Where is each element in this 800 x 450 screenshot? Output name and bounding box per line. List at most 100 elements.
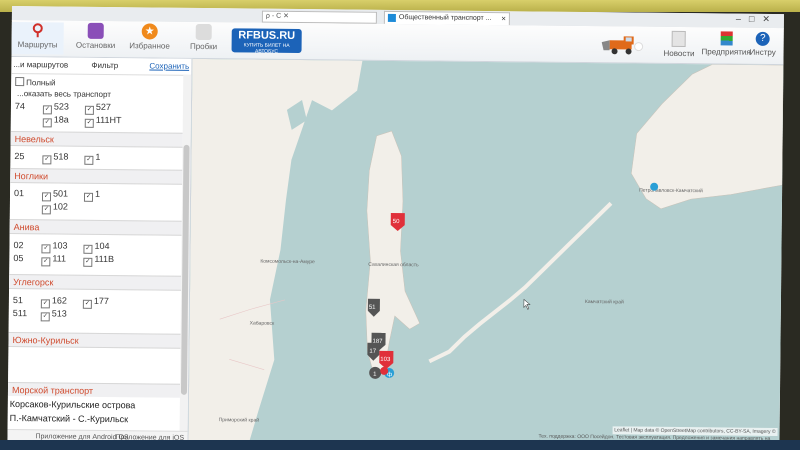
region-header-uglegorsk[interactable]: Углегорск bbox=[9, 273, 182, 291]
tab-routes[interactable]: ...и маршрутов bbox=[13, 60, 68, 70]
route-checkbox[interactable]: ✓ bbox=[40, 312, 50, 322]
route-number: 01 bbox=[13, 188, 25, 199]
route-number: 511 bbox=[12, 308, 28, 319]
region-header-nogliki[interactable]: Ноглики bbox=[10, 167, 183, 185]
route-item[interactable]: 51 bbox=[13, 295, 23, 305]
route-number: 1 bbox=[95, 151, 101, 162]
nav-traffic-button[interactable]: Пробки bbox=[177, 23, 229, 57]
route-number: 501 bbox=[52, 188, 69, 199]
route-item[interactable]: ✓ 162 bbox=[40, 295, 68, 309]
region-header-aniva[interactable]: Анива bbox=[9, 218, 182, 236]
route-item[interactable]: ✓ 111 bbox=[41, 253, 67, 267]
marker-label: 50 bbox=[393, 219, 400, 225]
region-header-yuzhno-kurilsk[interactable]: Южно-Курильск bbox=[8, 331, 181, 349]
nav-routes-label: Маршруты bbox=[17, 40, 58, 50]
route-number: 527 bbox=[95, 101, 112, 113]
route-item[interactable]: ✓ 111НТ bbox=[84, 114, 122, 128]
route-icon bbox=[30, 22, 46, 38]
route-item[interactable]: ✓ 513 bbox=[40, 308, 67, 322]
route-item[interactable]: 511 bbox=[13, 308, 27, 318]
route-number: 177 bbox=[93, 295, 109, 307]
route-number: 111НТ bbox=[95, 114, 122, 126]
route-checkbox[interactable]: ✓ bbox=[41, 257, 51, 267]
route-checkbox[interactable]: ✓ bbox=[83, 257, 93, 267]
scroll-thumb[interactable] bbox=[180, 144, 190, 395]
close-tab-icon[interactable]: × bbox=[501, 13, 506, 25]
route-checkbox[interactable]: ✓ bbox=[83, 192, 94, 202]
route-checkbox[interactable]: ✓ bbox=[41, 244, 51, 254]
route-number: 1 bbox=[94, 188, 101, 199]
route-item[interactable]: ✓ 1 bbox=[84, 152, 100, 165]
mode-checkbox[interactable] bbox=[15, 77, 25, 87]
route-checkbox[interactable]: ✓ bbox=[83, 244, 93, 254]
save-link[interactable]: Сохранить bbox=[149, 61, 189, 70]
browser-tab[interactable]: Общественный транспорт ... × bbox=[383, 10, 510, 26]
route-number: 162 bbox=[51, 295, 68, 306]
route-checkbox[interactable]: ✓ bbox=[84, 118, 94, 128]
route-item[interactable]: 74 bbox=[15, 101, 25, 111]
route-number: 02 bbox=[13, 240, 24, 251]
route-item[interactable]: ✓ 18а bbox=[42, 114, 69, 128]
marker-label: 103 bbox=[380, 357, 391, 363]
route-checkbox[interactable]: ✓ bbox=[42, 118, 52, 128]
mode-full-option[interactable]: Полный bbox=[15, 77, 56, 87]
routes-sidebar: ...и маршрутов Фильтр Сохранить Полный .… bbox=[7, 56, 193, 445]
route-checkbox[interactable]: ✓ bbox=[41, 205, 51, 215]
sea-transport-header[interactable]: Морской транспорт bbox=[7, 381, 181, 398]
nav-favorites-button[interactable]: ★ Избранное bbox=[123, 23, 175, 56]
route-number: 102 bbox=[52, 201, 68, 212]
sea-route-item[interactable]: П.-Камчатский - С.-Курильск bbox=[10, 413, 129, 424]
route-item[interactable]: 02 bbox=[13, 240, 23, 250]
route-checkbox[interactable]: ✓ bbox=[42, 105, 52, 115]
route-number: 74 bbox=[14, 101, 26, 112]
show-all-transport[interactable]: ...оказать весь транспорт bbox=[17, 89, 111, 99]
os-taskbar bbox=[0, 440, 800, 450]
news-button[interactable]: Новости bbox=[663, 30, 695, 58]
route-item[interactable]: 01 bbox=[14, 188, 24, 198]
enterprises-label: Предприятия bbox=[701, 47, 751, 57]
route-number: 513 bbox=[51, 308, 67, 319]
route-item[interactable]: ✓ 523 bbox=[42, 101, 69, 115]
route-checkbox[interactable]: ✓ bbox=[42, 155, 52, 165]
route-number: 51 bbox=[12, 295, 23, 306]
route-item[interactable]: ✓ 177 bbox=[82, 295, 109, 309]
nav-stops-button[interactable]: Остановки bbox=[69, 22, 121, 56]
place-label: Сахалинская область bbox=[368, 262, 419, 269]
route-item[interactable]: ✓ 102 bbox=[41, 201, 68, 215]
route-number: 111 bbox=[52, 253, 67, 264]
nav-routes-button[interactable]: Маршруты bbox=[11, 21, 64, 55]
map-canvas[interactable]: Комсомольск-на-Амуре Сахалинская область… bbox=[188, 58, 784, 450]
favicon-icon bbox=[387, 13, 396, 23]
help-icon: ? bbox=[755, 31, 770, 46]
route-number: 104 bbox=[94, 240, 110, 252]
enterprises-button[interactable]: Предприятия bbox=[702, 31, 751, 57]
route-item[interactable]: ✓ 501 bbox=[41, 188, 69, 202]
tab-filter[interactable]: Фильтр bbox=[91, 61, 118, 70]
route-item[interactable]: ✓ 103 bbox=[41, 240, 68, 254]
help-button[interactable]: ? Инстру bbox=[750, 31, 776, 57]
route-checkbox[interactable]: ✓ bbox=[84, 105, 94, 115]
bus-stop-icon bbox=[87, 22, 104, 39]
route-item[interactable]: ✓ 111В bbox=[83, 254, 114, 267]
route-item[interactable]: 05 bbox=[13, 253, 23, 263]
map-view[interactable]: Комсомольск-на-Амуре Сахалинская область… bbox=[188, 58, 784, 450]
tab-title: Общественный транспорт ... bbox=[398, 14, 492, 23]
route-checkbox[interactable]: ✓ bbox=[40, 299, 50, 309]
rfbus-logo[interactable]: RFBUS.RU КУПИТЬ БИЛЕТ НА АВТОБУС bbox=[231, 28, 302, 55]
route-item[interactable]: ✓ 518 bbox=[42, 151, 69, 165]
route-item[interactable]: ✓ 1 bbox=[83, 188, 101, 202]
window-controls[interactable]: –□✕ bbox=[736, 14, 778, 25]
route-checkbox[interactable]: ✓ bbox=[82, 299, 92, 309]
route-number: 25 bbox=[14, 151, 25, 162]
marker-label: 17 bbox=[369, 349, 376, 355]
route-checkbox[interactable]: ✓ bbox=[84, 155, 94, 165]
route-item[interactable]: ✓ 527 bbox=[84, 101, 112, 115]
mainland-land bbox=[188, 58, 363, 445]
nav-traffic-label: Пробки bbox=[189, 41, 218, 52]
route-item[interactable]: ✓ 104 bbox=[83, 240, 110, 254]
place-label: Петропавловск-Камчатский bbox=[639, 187, 703, 195]
sea-route-item[interactable]: Корсаков-Курильские острова bbox=[10, 399, 136, 410]
route-item[interactable]: 25 bbox=[14, 151, 24, 161]
region-header-nevelsk[interactable]: Невельск bbox=[10, 130, 183, 148]
route-checkbox[interactable]: ✓ bbox=[41, 192, 52, 202]
